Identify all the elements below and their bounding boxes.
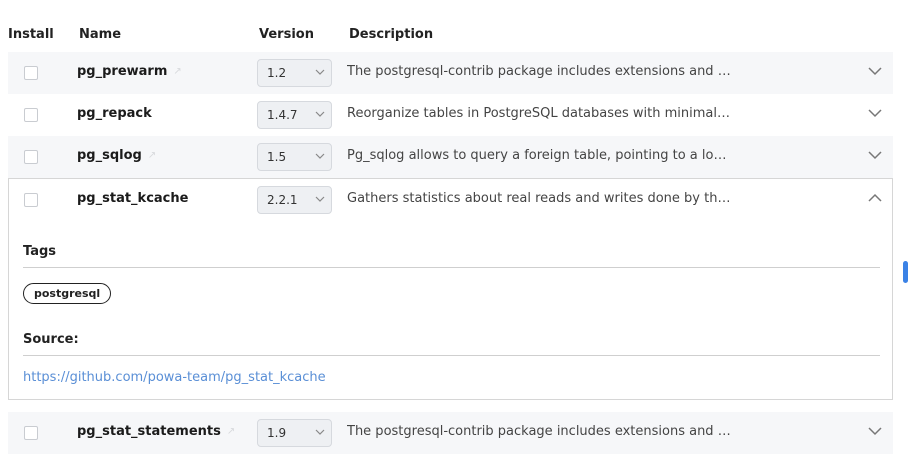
- column-header-version: Version: [259, 27, 314, 42]
- tags-label: Tags: [23, 244, 57, 259]
- chevron-down-icon[interactable]: [867, 107, 883, 119]
- chevron-up-icon[interactable]: [867, 192, 883, 204]
- version-select[interactable]: 1.2: [257, 59, 332, 87]
- source-link[interactable]: https://github.com/powa-team/pg_stat_kca…: [23, 370, 326, 385]
- install-checkbox[interactable]: [24, 108, 38, 122]
- chevron-down-icon[interactable]: [867, 65, 883, 77]
- version-value: 1.5: [267, 150, 287, 164]
- table-header: Install Name Version Description: [0, 0, 893, 52]
- chevron-down-icon: [315, 69, 325, 75]
- version-value: 1.9: [267, 426, 287, 440]
- extension-row[interactable]: pg_stat_statements ↗ 1.9 The postgresql-c…: [8, 412, 893, 454]
- extension-name: pg_stat_kcache: [77, 191, 189, 206]
- version-select[interactable]: 2.2.1: [257, 186, 332, 214]
- extension-description: Reorganize tables in PostgreSQL database…: [347, 106, 732, 121]
- column-header-name: Name: [79, 27, 122, 42]
- chevron-down-icon[interactable]: [867, 149, 883, 161]
- column-header-install: Install: [8, 27, 54, 42]
- external-link-icon[interactable]: ↗: [173, 66, 181, 77]
- extension-name: pg_stat_statements ↗: [77, 424, 236, 439]
- version-select[interactable]: 1.5: [257, 143, 332, 171]
- version-value: 2.2.1: [267, 193, 298, 207]
- extension-name: pg_repack: [77, 106, 152, 121]
- extension-list: pg_prewarm ↗ 1.2 The postgresql-contrib p…: [8, 52, 893, 454]
- chevron-down-icon[interactable]: [867, 425, 883, 437]
- extension-details: Tags postgresql Source: https://github.c…: [8, 220, 893, 400]
- external-link-icon[interactable]: ↗: [227, 426, 235, 437]
- version-value: 1.4.7: [267, 108, 298, 122]
- tag-badge: postgresql: [23, 283, 112, 304]
- install-checkbox[interactable]: [24, 66, 38, 80]
- extension-description: Gathers statistics about real reads and …: [347, 191, 732, 206]
- extension-name: pg_sqlog ↗: [77, 148, 157, 163]
- extension-row[interactable]: pg_prewarm ↗ 1.2 The postgresql-contrib p…: [8, 52, 893, 94]
- source-label: Source:: [23, 332, 79, 347]
- extension-row-expanded[interactable]: pg_stat_kcache 2.2.1 Gathers statistics …: [8, 178, 893, 220]
- extension-row[interactable]: pg_repack 1.4.7 Reorganize tables in Pos…: [8, 94, 893, 136]
- extension-row[interactable]: pg_sqlog ↗ 1.5 Pg_sqlog allows to query a…: [8, 136, 893, 178]
- version-value: 1.2: [267, 66, 287, 80]
- external-link-icon[interactable]: ↗: [148, 150, 156, 161]
- divider: [23, 355, 880, 356]
- install-checkbox[interactable]: [24, 150, 38, 164]
- extension-name: pg_prewarm ↗: [77, 64, 182, 79]
- extension-description: The postgresql-contrib package includes …: [347, 64, 732, 79]
- scrollbar-thumb[interactable]: [903, 261, 908, 283]
- chevron-down-icon: [315, 111, 325, 117]
- extension-description: The postgresql-contrib package includes …: [347, 424, 732, 439]
- version-select[interactable]: 1.4.7: [257, 101, 332, 129]
- chevron-down-icon: [315, 429, 325, 435]
- divider: [23, 267, 880, 268]
- version-select[interactable]: 1.9: [257, 419, 332, 447]
- extension-description: Pg_sqlog allows to query a foreign table…: [347, 148, 732, 163]
- column-header-description: Description: [349, 27, 434, 42]
- install-checkbox[interactable]: [24, 426, 38, 440]
- chevron-down-icon: [315, 153, 325, 159]
- install-checkbox[interactable]: [24, 193, 38, 207]
- chevron-down-icon: [315, 196, 325, 202]
